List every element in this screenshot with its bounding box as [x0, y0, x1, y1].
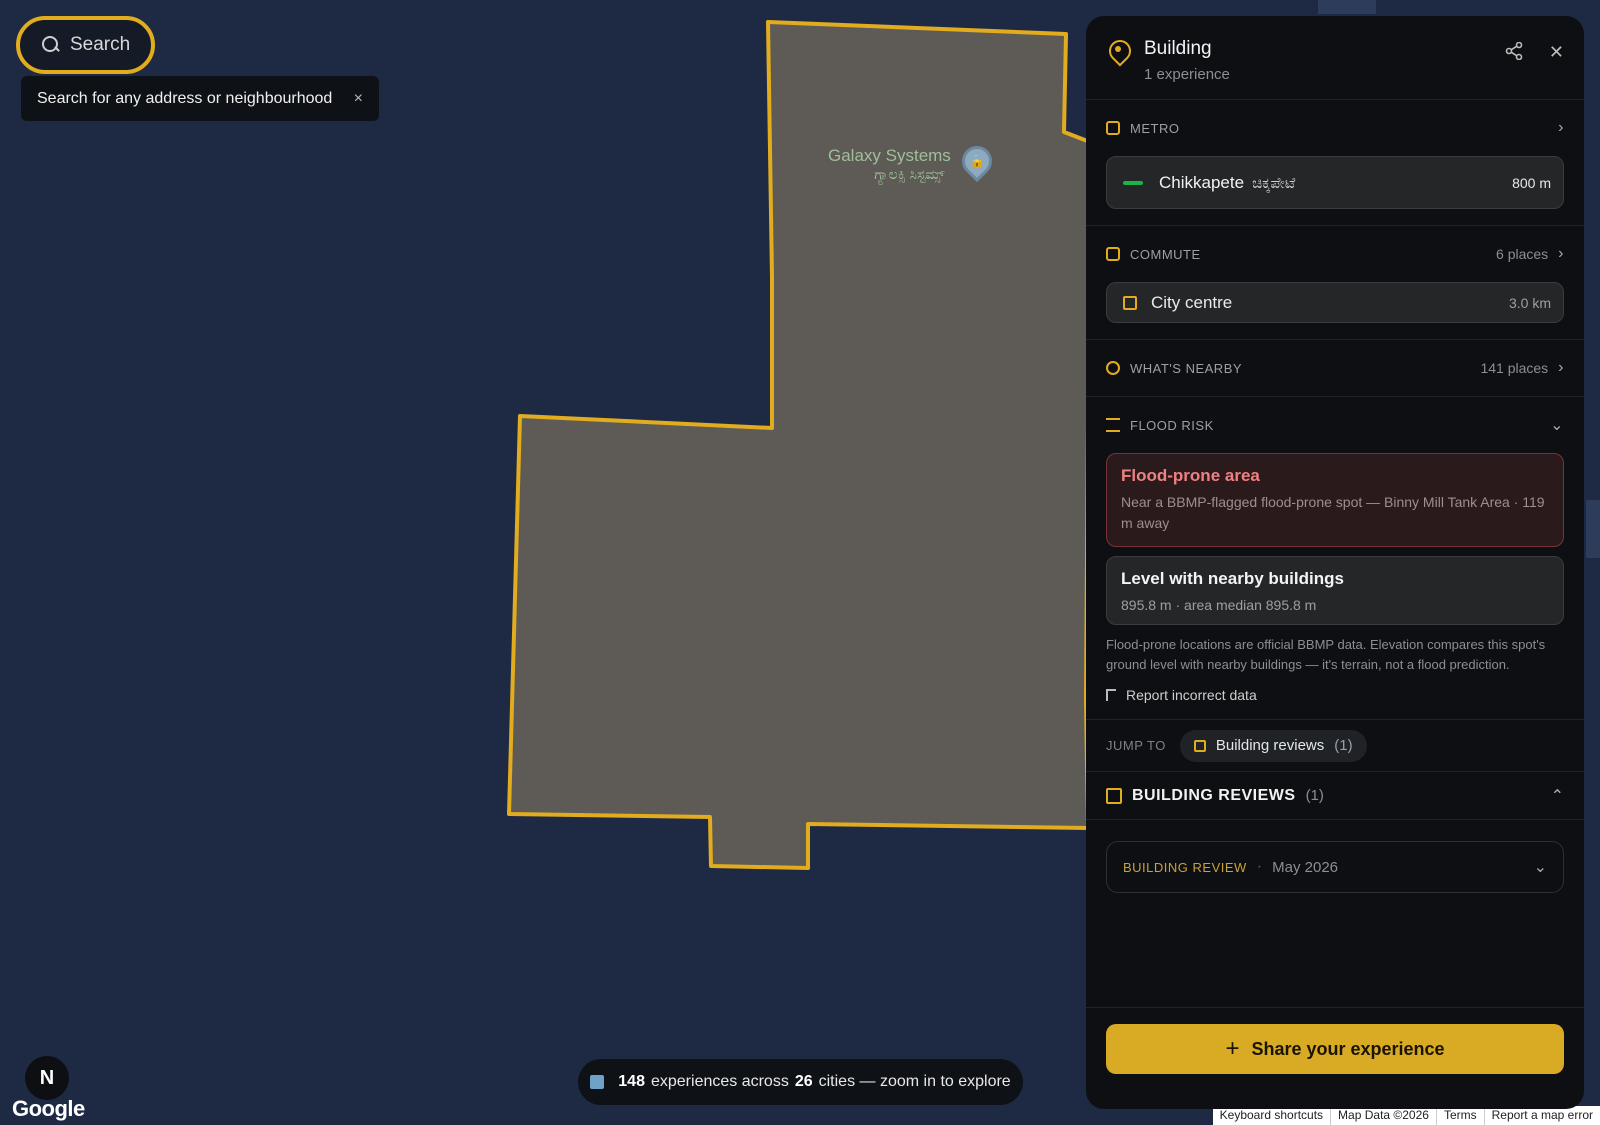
panel-header: Building 1 experience ✕	[1086, 16, 1584, 100]
chevron-right-icon: ›	[1558, 359, 1564, 376]
flood-risk-label: FLOOD RISK	[1130, 417, 1214, 433]
building-icon	[1193, 739, 1206, 752]
poi-name: Galaxy Systems	[828, 146, 951, 165]
chevron-up-icon: ⌃	[1550, 787, 1564, 805]
jump-to-bar: JUMP TO Building reviews (1)	[1086, 720, 1584, 772]
chevron-right-icon: ›	[1558, 119, 1564, 136]
flood-alert-text: Near a BBMP-flagged flood-prone spot — B…	[1121, 494, 1545, 531]
flood-risk-header[interactable]: FLOOD RISK ⌄	[1106, 397, 1564, 453]
plus-icon: +	[1225, 1035, 1240, 1062]
compass-label: N	[39, 1066, 55, 1089]
reviews-count: (1)	[1305, 787, 1324, 804]
building-icon	[1123, 295, 1137, 310]
metro-section: METRO › Chikkapete ಚಿಕ್ಕಪೇಟೆ 800 m	[1086, 100, 1584, 226]
poi-glyph: 🔒	[969, 154, 985, 168]
map-road-fragment	[1586, 500, 1600, 558]
elevation-title: Level with nearby buildings	[1121, 569, 1344, 588]
jump-to-label: JUMP TO	[1106, 738, 1166, 753]
reviews-title: BUILDING REVIEWS	[1132, 786, 1296, 804]
report-incorrect-data-link[interactable]: Report incorrect data	[1106, 687, 1564, 703]
metro-distance: 800 m	[1512, 174, 1551, 191]
elevation-text: 895.8 m · area median 895.8 m	[1121, 597, 1317, 613]
metro-station-name: Chikkapete	[1159, 172, 1245, 192]
flood-note: Flood-prone locations are official BBMP …	[1106, 637, 1546, 672]
nearby-header[interactable]: WHAT'S NEARBY 141 places ›	[1106, 340, 1564, 396]
flood-risk-section: FLOOD RISK ⌄ Flood-prone area Near a BBM…	[1086, 397, 1584, 720]
metro-line-indicator	[1123, 180, 1143, 185]
building-panel: Building 1 experience ✕ METRO › Chikkape…	[1086, 16, 1584, 1109]
nearby-count: 141 places	[1480, 360, 1549, 376]
flag-icon	[1106, 689, 1116, 701]
commute-label: COMMUTE	[1130, 246, 1201, 262]
search-hint-text: Search for any address or neighbourhood	[37, 89, 333, 107]
map-road-fragment	[1318, 0, 1376, 14]
compass-button[interactable]: N	[25, 1056, 69, 1100]
metro-header[interactable]: METRO ›	[1106, 100, 1564, 156]
jump-chip-count: (1)	[1334, 737, 1353, 754]
google-logo: Google	[12, 1096, 85, 1121]
commute-destination-card[interactable]: City centre 3.0 km	[1106, 282, 1564, 323]
separator-dot: ·	[1256, 858, 1263, 875]
commute-header[interactable]: COMMUTE 6 places ›	[1106, 226, 1564, 282]
search-icon	[42, 36, 60, 54]
city-count: 26	[794, 1073, 813, 1090]
building-reviews-header[interactable]: BUILDING REVIEWS (1) ⌃	[1086, 772, 1584, 820]
stats-text-1: experiences across	[650, 1073, 789, 1090]
review-date: May 2026	[1272, 858, 1338, 876]
elevation-card: Level with nearby buildings 895.8 m · ar…	[1106, 556, 1564, 625]
chevron-down-icon: ⌄	[1550, 417, 1564, 434]
jump-building-reviews-chip[interactable]: Building reviews (1)	[1179, 729, 1367, 762]
share-experience-button[interactable]: + Share your experience	[1106, 1024, 1564, 1074]
stats-text-2: cities — zoom in to explore	[818, 1073, 1011, 1090]
search-button[interactable]: Search	[16, 16, 155, 74]
metro-station-name-local: ಚಿಕ್ಕಪೇಟೆ	[1252, 174, 1296, 192]
share-icon[interactable]	[1505, 41, 1523, 65]
nearby-label: WHAT'S NEARBY	[1130, 360, 1243, 376]
building-icon	[1106, 787, 1122, 804]
jump-chip-label: Building reviews	[1215, 737, 1325, 754]
nearby-section: WHAT'S NEARBY 141 places ›	[1086, 340, 1584, 397]
experience-stats-pill: 148 experiences across 26 cities — zoom …	[578, 1059, 1023, 1105]
car-icon	[1106, 247, 1120, 261]
building-review-item[interactable]: BUILDING REVIEW · May 2026 ⌄	[1106, 841, 1564, 893]
flood-alert-title: Flood-prone area	[1121, 466, 1260, 485]
commute-section: COMMUTE 6 places › City centre 3.0 km	[1086, 226, 1584, 340]
panel-footer: + Share your experience	[1086, 1007, 1584, 1109]
search-hint-tooltip: Search for any address or neighbourhood …	[21, 76, 379, 121]
poi-label[interactable]: Galaxy Systems ಗ್ಯಾಲಕ್ಸಿ ಸಿಸ್ಟಮ್ಸ್	[828, 146, 951, 183]
search-label: Search	[70, 34, 131, 55]
location-pin-icon	[1108, 40, 1128, 64]
close-icon[interactable]: ×	[354, 90, 363, 108]
chevron-down-icon: ⌄	[1533, 859, 1547, 876]
share-experience-label: Share your experience	[1251, 1038, 1445, 1059]
train-icon	[1106, 121, 1120, 135]
close-icon[interactable]: ✕	[1549, 42, 1564, 65]
commute-distance: 3.0 km	[1508, 294, 1551, 311]
panel-title: Building	[1144, 38, 1212, 59]
flood-alert-card: Flood-prone area Near a BBMP-flagged flo…	[1106, 453, 1564, 547]
map-icon	[590, 1075, 605, 1089]
review-kind: BUILDING REVIEW	[1123, 859, 1247, 875]
commute-count: 6 places	[1496, 246, 1549, 262]
waves-icon	[1106, 418, 1120, 432]
location-pin-icon	[1106, 361, 1120, 375]
experience-count: 148	[618, 1073, 645, 1090]
panel-subtitle: 1 experience	[1144, 66, 1230, 83]
chevron-right-icon: ›	[1558, 245, 1564, 262]
metro-station-card[interactable]: Chikkapete ಚಿಕ್ಕಪೇಟೆ 800 m	[1106, 156, 1564, 209]
poi-name-local: ಗ್ಯಾಲಕ್ಸಿ ಸಿಸ್ಟಮ್ಸ್	[874, 166, 945, 182]
commute-destination: City centre	[1151, 292, 1233, 312]
metro-label: METRO	[1130, 120, 1180, 136]
report-label: Report incorrect data	[1126, 687, 1257, 703]
